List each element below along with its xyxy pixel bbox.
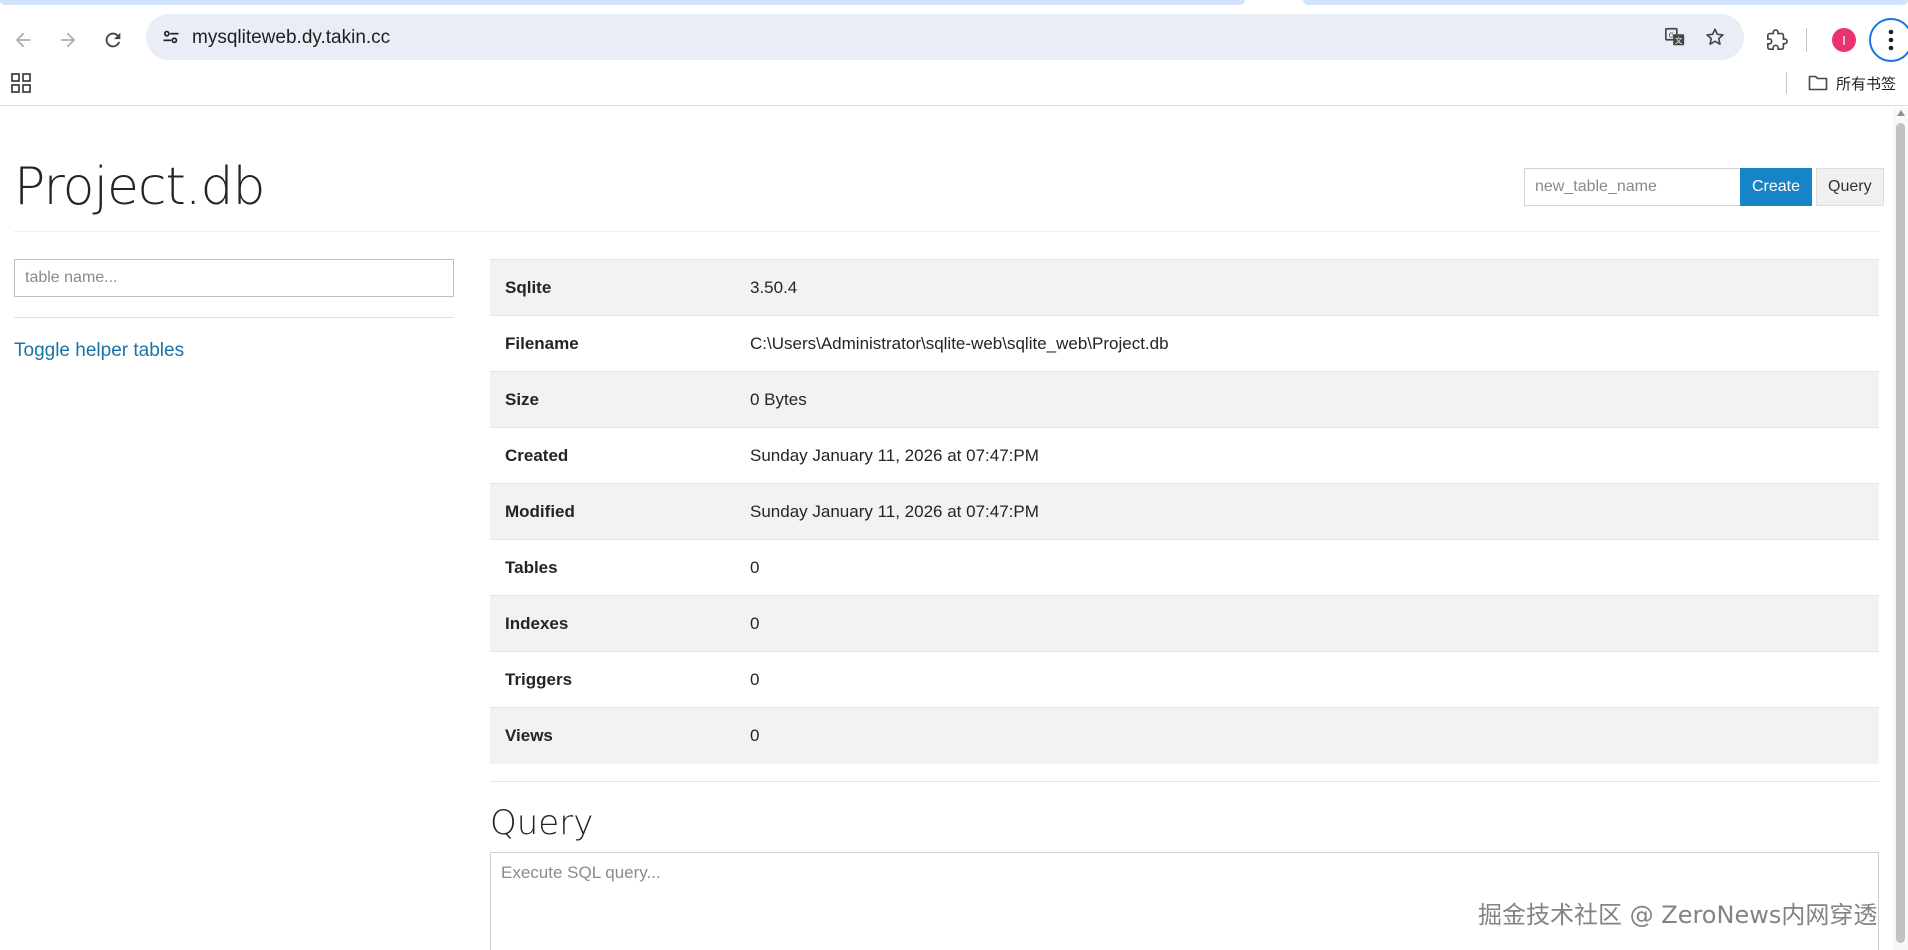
watermark: 掘金技术社区 @ ZeroNews内网穿透	[1478, 901, 1878, 929]
query-button[interactable]: Query	[1816, 168, 1884, 206]
site-info-button[interactable]	[154, 20, 188, 54]
table-row: Sqlite 3.50.4	[490, 259, 1879, 316]
translate-icon: G 文	[1665, 27, 1685, 46]
star-icon	[1706, 28, 1724, 45]
info-key: Indexes	[505, 613, 569, 633]
page-scrollbar[interactable]	[1893, 107, 1908, 950]
profile-button[interactable]: I	[1826, 22, 1862, 58]
translate-button[interactable]: G 文	[1660, 22, 1690, 52]
table-search-input[interactable]	[14, 259, 454, 297]
table-row: Size 0 Bytes	[490, 371, 1879, 428]
tab-ghost	[1303, 0, 1908, 5]
create-button[interactable]: Create	[1740, 168, 1813, 206]
bookmarks-bar: 所有书签	[0, 62, 1908, 106]
info-value: 3.50.4	[750, 277, 798, 297]
info-key: Modified	[505, 501, 575, 521]
table-row: Triggers 0	[490, 651, 1879, 708]
back-button[interactable]	[3, 20, 43, 60]
arrow-left-icon	[15, 32, 31, 48]
sidebar: Toggle helper tables	[14, 259, 454, 362]
scroll-up-arrow-icon[interactable]	[1897, 110, 1905, 116]
table-row: Indexes 0	[490, 595, 1879, 652]
header-divider	[14, 231, 1879, 232]
address-bar[interactable]: mysqliteweb.dy.takin.cc G 文	[146, 14, 1744, 60]
info-value: Sunday January 11, 2026 at 07:47:PM	[750, 501, 1039, 521]
bookmarks-divider	[1786, 72, 1787, 94]
more-vert-icon	[1888, 29, 1894, 51]
url-text[interactable]: mysqliteweb.dy.takin.cc	[192, 27, 390, 49]
new-table-name-input[interactable]	[1524, 168, 1740, 206]
svg-text:文: 文	[1675, 36, 1683, 45]
info-key: Tables	[505, 557, 558, 577]
query-section-title: Query	[490, 803, 594, 843]
bookmark-star-button[interactable]	[1700, 22, 1730, 52]
tune-icon	[163, 30, 179, 44]
sidebar-divider	[14, 317, 454, 318]
database-info-table: Sqlite 3.50.4 Filename C:\Users\Administra…	[490, 259, 1879, 764]
avatar: I	[1832, 28, 1856, 52]
page-title: Project.db	[14, 157, 265, 217]
reload-button[interactable]	[93, 20, 133, 60]
all-bookmarks-label: 所有书签	[1836, 75, 1897, 93]
info-key: Filename	[505, 333, 579, 353]
browser-menu-button[interactable]	[1869, 18, 1908, 62]
table-row: Tables 0	[490, 539, 1879, 596]
folder-icon	[1808, 75, 1828, 91]
info-value: C:\Users\Administrator\sqlite-web\sqlite…	[750, 333, 1169, 353]
info-value: Sunday January 11, 2026 at 07:47:PM	[750, 445, 1039, 465]
extensions-button[interactable]	[1759, 22, 1795, 58]
toggle-helper-tables-link[interactable]: Toggle helper tables	[14, 340, 184, 362]
info-key: Created	[505, 445, 569, 465]
forward-button[interactable]	[48, 20, 88, 60]
create-table-form: Create Query	[1524, 168, 1884, 206]
info-key: Size	[505, 389, 540, 409]
scrollbar-thumb[interactable]	[1896, 123, 1905, 943]
info-value: 0	[750, 725, 760, 745]
apps-grid-icon[interactable]	[10, 72, 32, 94]
tab-ghost	[0, 0, 1245, 5]
all-bookmarks-button[interactable]: 所有书签	[1808, 72, 1896, 94]
info-value: 0	[750, 557, 760, 577]
info-key: Sqlite	[505, 277, 552, 297]
toolbar-divider	[1806, 28, 1807, 52]
info-key: Triggers	[505, 669, 573, 689]
table-row: Views 0	[490, 707, 1879, 764]
table-row: Filename C:\Users\Administrator\sqlite-we…	[490, 315, 1879, 372]
table-row: Modified Sunday January 11, 2026 at 07:47…	[490, 483, 1879, 540]
reload-icon	[105, 32, 121, 48]
browser-toolbar: mysqliteweb.dy.takin.cc G 文 I	[0, 6, 1908, 62]
content-divider	[490, 781, 1879, 782]
info-key: Views	[505, 725, 553, 745]
arrow-right-icon	[60, 32, 76, 48]
info-value: 0	[750, 613, 760, 633]
table-row: Created Sunday January 11, 2026 at 07:47:…	[490, 427, 1879, 484]
page-content: Project.db Create Query Toggle helper ta…	[0, 107, 1893, 950]
puzzle-icon	[1767, 29, 1788, 50]
info-value: 0 Bytes	[750, 389, 807, 409]
info-value: 0	[750, 669, 760, 689]
